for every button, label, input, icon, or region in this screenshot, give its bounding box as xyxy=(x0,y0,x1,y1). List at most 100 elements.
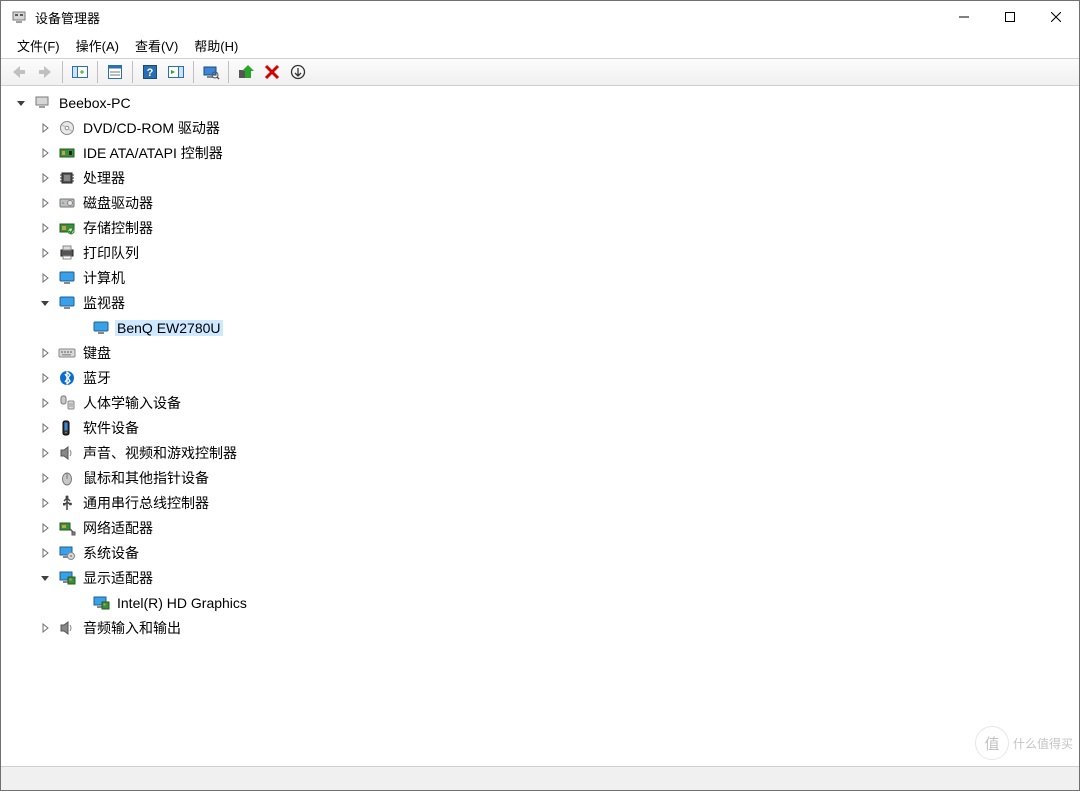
software-icon xyxy=(57,418,77,438)
expand-icon[interactable] xyxy=(37,370,53,386)
expand-icon[interactable] xyxy=(37,445,53,461)
tree-node-audio[interactable]: 音频输入和输出 xyxy=(9,615,1079,640)
hid-icon xyxy=(57,393,77,413)
expand-icon[interactable] xyxy=(37,620,53,636)
tree-node-dvd[interactable]: DVD/CD-ROM 驱动器 xyxy=(9,115,1079,140)
expand-icon[interactable] xyxy=(37,420,53,436)
tree-node-label: 鼠标和其他指针设备 xyxy=(81,468,211,488)
expand-icon[interactable] xyxy=(37,345,53,361)
watermark: 值 什么值得买 xyxy=(975,726,1073,760)
properties-icon xyxy=(106,64,124,80)
update-driver-button[interactable] xyxy=(234,60,258,84)
statusbar xyxy=(1,766,1079,790)
monitor-icon xyxy=(57,293,77,313)
tree-node-label: 打印队列 xyxy=(81,243,141,263)
tree-node-display[interactable]: 显示适配器 xyxy=(9,565,1079,590)
menu-file[interactable]: 文件(F) xyxy=(9,34,68,57)
tree-node-intelhd[interactable]: Intel(R) HD Graphics xyxy=(9,590,1079,615)
tree-node-label: 软件设备 xyxy=(81,418,141,438)
monitor-icon xyxy=(91,318,111,338)
disc-icon xyxy=(57,118,77,138)
show-hide-tree-button[interactable] xyxy=(68,60,92,84)
expand-icon[interactable] xyxy=(37,520,53,536)
tree-node-bluetooth[interactable]: 蓝牙 xyxy=(9,365,1079,390)
tree-node-computer[interactable]: 计算机 xyxy=(9,265,1079,290)
device-manager-window: 设备管理器 文件(F) 操作(A) 查看(V) 帮助(H) ? Beebox-P… xyxy=(0,0,1080,791)
nav-back-button[interactable] xyxy=(7,60,31,84)
tree-node-software[interactable]: 软件设备 xyxy=(9,415,1079,440)
collapse-icon[interactable] xyxy=(13,95,29,111)
expand-icon[interactable] xyxy=(37,145,53,161)
tree-node-label: 通用串行总线控制器 xyxy=(81,493,211,513)
menu-help[interactable]: 帮助(H) xyxy=(186,34,246,57)
help-button[interactable]: ? xyxy=(138,60,162,84)
toolbar: ? xyxy=(1,58,1079,86)
tree-node-label: 显示适配器 xyxy=(81,568,155,588)
tree-node-print[interactable]: 打印队列 xyxy=(9,240,1079,265)
tree-node-label: 网络适配器 xyxy=(81,518,155,538)
tree-node-storage[interactable]: 存储控制器 xyxy=(9,215,1079,240)
properties-button[interactable] xyxy=(103,60,127,84)
collapse-icon[interactable] xyxy=(37,570,53,586)
nav-forward-button[interactable] xyxy=(33,60,57,84)
window-title: 设备管理器 xyxy=(35,8,100,27)
ide-icon xyxy=(57,143,77,163)
expand-icon[interactable] xyxy=(37,195,53,211)
expand-icon[interactable] xyxy=(37,395,53,411)
expand-icon[interactable] xyxy=(37,220,53,236)
uninstall-device-button[interactable] xyxy=(260,60,284,84)
monitor-icon xyxy=(57,268,77,288)
computer-icon xyxy=(33,93,53,113)
tree-node-label: 存储控制器 xyxy=(81,218,155,238)
cpu-icon xyxy=(57,168,77,188)
mouse-icon xyxy=(57,468,77,488)
tree-node-ide[interactable]: IDE ATA/ATAPI 控制器 xyxy=(9,140,1079,165)
tree-node-disk[interactable]: 磁盘驱动器 xyxy=(9,190,1079,215)
minimize-button[interactable] xyxy=(941,1,987,33)
tree-node-label: 人体学输入设备 xyxy=(81,393,183,413)
menu-action[interactable]: 操作(A) xyxy=(68,34,127,57)
tree-node-sound[interactable]: 声音、视频和游戏控制器 xyxy=(9,440,1079,465)
toolbar-separator xyxy=(132,61,133,83)
tree-node-keyboard[interactable]: 键盘 xyxy=(9,340,1079,365)
tree-view[interactable]: Beebox-PC DVD/CD-ROM 驱动器IDE ATA/ATAPI 控制器… xyxy=(1,86,1079,766)
printer-icon xyxy=(57,243,77,263)
tree-node-usb[interactable]: 通用串行总线控制器 xyxy=(9,490,1079,515)
menu-view[interactable]: 查看(V) xyxy=(127,34,186,57)
arrow-right-icon xyxy=(36,64,54,80)
toolbar-separator xyxy=(62,61,63,83)
expand-icon[interactable] xyxy=(37,270,53,286)
expand-icon[interactable] xyxy=(37,495,53,511)
scan-hardware-button[interactable] xyxy=(199,60,223,84)
arrow-left-icon xyxy=(10,64,28,80)
tree-node-system[interactable]: 系统设备 xyxy=(9,540,1079,565)
tree-node-netadapter[interactable]: 网络适配器 xyxy=(9,515,1079,540)
expand-icon[interactable] xyxy=(37,245,53,261)
tree-node-root[interactable]: Beebox-PC xyxy=(9,90,1079,115)
speaker-icon xyxy=(57,618,77,638)
menubar: 文件(F) 操作(A) 查看(V) 帮助(H) xyxy=(1,33,1079,58)
expand-icon[interactable] xyxy=(37,170,53,186)
expand-icon[interactable] xyxy=(37,545,53,561)
tree-node-label: DVD/CD-ROM 驱动器 xyxy=(81,118,222,138)
expand-icon[interactable] xyxy=(37,470,53,486)
usb-icon xyxy=(57,493,77,513)
disable-device-button[interactable] xyxy=(286,60,310,84)
help-icon: ? xyxy=(141,64,159,80)
expand-icon[interactable] xyxy=(37,120,53,136)
tree-node-label: 处理器 xyxy=(81,168,127,188)
tree-node-label: 系统设备 xyxy=(81,543,141,563)
tree-node-label: Beebox-PC xyxy=(57,95,133,111)
tree-node-benq[interactable]: BenQ EW2780U xyxy=(9,315,1079,340)
close-button[interactable] xyxy=(1033,1,1079,33)
action-pane-button[interactable] xyxy=(164,60,188,84)
bt-icon xyxy=(57,368,77,388)
tree-node-cpu[interactable]: 处理器 xyxy=(9,165,1079,190)
hdd-icon xyxy=(57,193,77,213)
tree-node-monitor[interactable]: 监视器 xyxy=(9,290,1079,315)
tree-node-mouse[interactable]: 鼠标和其他指针设备 xyxy=(9,465,1079,490)
maximize-button[interactable] xyxy=(987,1,1033,33)
tree-node-hid[interactable]: 人体学输入设备 xyxy=(9,390,1079,415)
net-icon xyxy=(57,518,77,538)
collapse-icon[interactable] xyxy=(37,295,53,311)
